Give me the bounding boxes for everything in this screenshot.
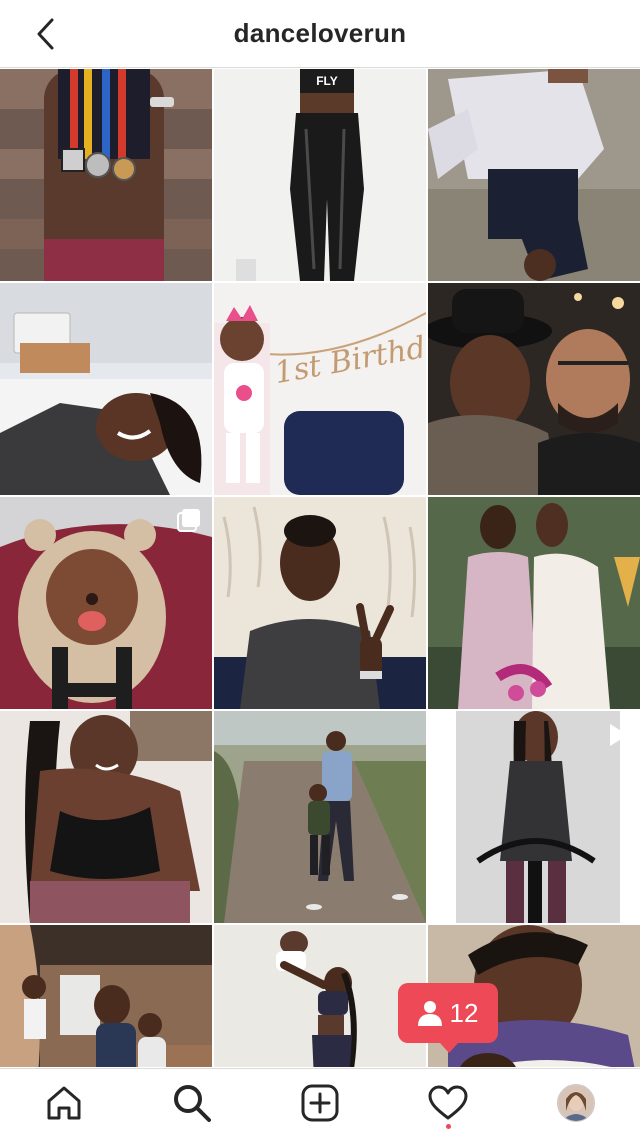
post-tile-wedding-kiss[interactable] — [428, 497, 640, 709]
bottom-tab-bar — [0, 1068, 640, 1138]
tab-search[interactable] — [170, 1081, 214, 1125]
post-tile-braids-selfie[interactable] — [0, 711, 212, 923]
profile-header: danceloverun — [0, 0, 640, 68]
username-title: danceloverun — [233, 18, 407, 48]
post-image: 1st Birthday — [214, 283, 426, 495]
add-post-icon — [301, 1084, 339, 1122]
tab-profile[interactable] — [554, 1081, 598, 1125]
post-image — [214, 497, 426, 709]
home-icon — [47, 1086, 81, 1120]
post-image — [428, 69, 640, 281]
post-tile-family-porch[interactable] — [0, 925, 212, 1067]
post-image — [428, 497, 640, 709]
post-image — [0, 283, 212, 495]
new-followers-bubble[interactable]: 12 — [398, 983, 498, 1053]
multiple-photos-icon — [177, 509, 200, 532]
follower-icon — [417, 1001, 442, 1026]
post-image — [0, 69, 212, 281]
search-icon — [174, 1085, 211, 1122]
post-tile-first-birthday[interactable]: 1st Birthday — [214, 283, 426, 495]
heart-icon — [428, 1085, 468, 1120]
post-tile-peace-sign[interactable] — [214, 497, 426, 709]
post-tile-fly-leggings[interactable]: FLY — [214, 69, 426, 281]
post-image: FLY — [214, 69, 426, 281]
post-tile-baby-bear-stroller[interactable] — [0, 497, 212, 709]
post-image — [0, 925, 212, 1067]
tab-activity[interactable] — [426, 1081, 470, 1125]
post-tile-lifting-baby[interactable] — [214, 925, 426, 1067]
new-followers-count: 12 — [449, 997, 479, 1028]
video-play-icon — [610, 724, 628, 746]
post-grid: FLY 1st Birthday — [0, 69, 640, 1067]
post-image — [214, 711, 426, 923]
activity-notification-dot — [446, 1124, 451, 1129]
post-tile-couple-hat[interactable] — [428, 283, 640, 495]
post-image — [0, 711, 212, 923]
svg-text:FLY: FLY — [316, 74, 338, 88]
post-image — [428, 283, 640, 495]
post-tile-mother-son-road[interactable] — [214, 711, 426, 923]
tab-new-post[interactable] — [298, 1081, 342, 1125]
post-tile-child-hoodie[interactable] — [428, 69, 640, 281]
post-tile-bed-smile[interactable] — [0, 283, 212, 495]
tab-home[interactable] — [42, 1081, 86, 1125]
profile-avatar — [557, 1084, 595, 1122]
post-image — [214, 925, 426, 1067]
post-tile-spin-bike-video[interactable] — [428, 711, 640, 923]
post-tile-medals[interactable] — [0, 69, 212, 281]
